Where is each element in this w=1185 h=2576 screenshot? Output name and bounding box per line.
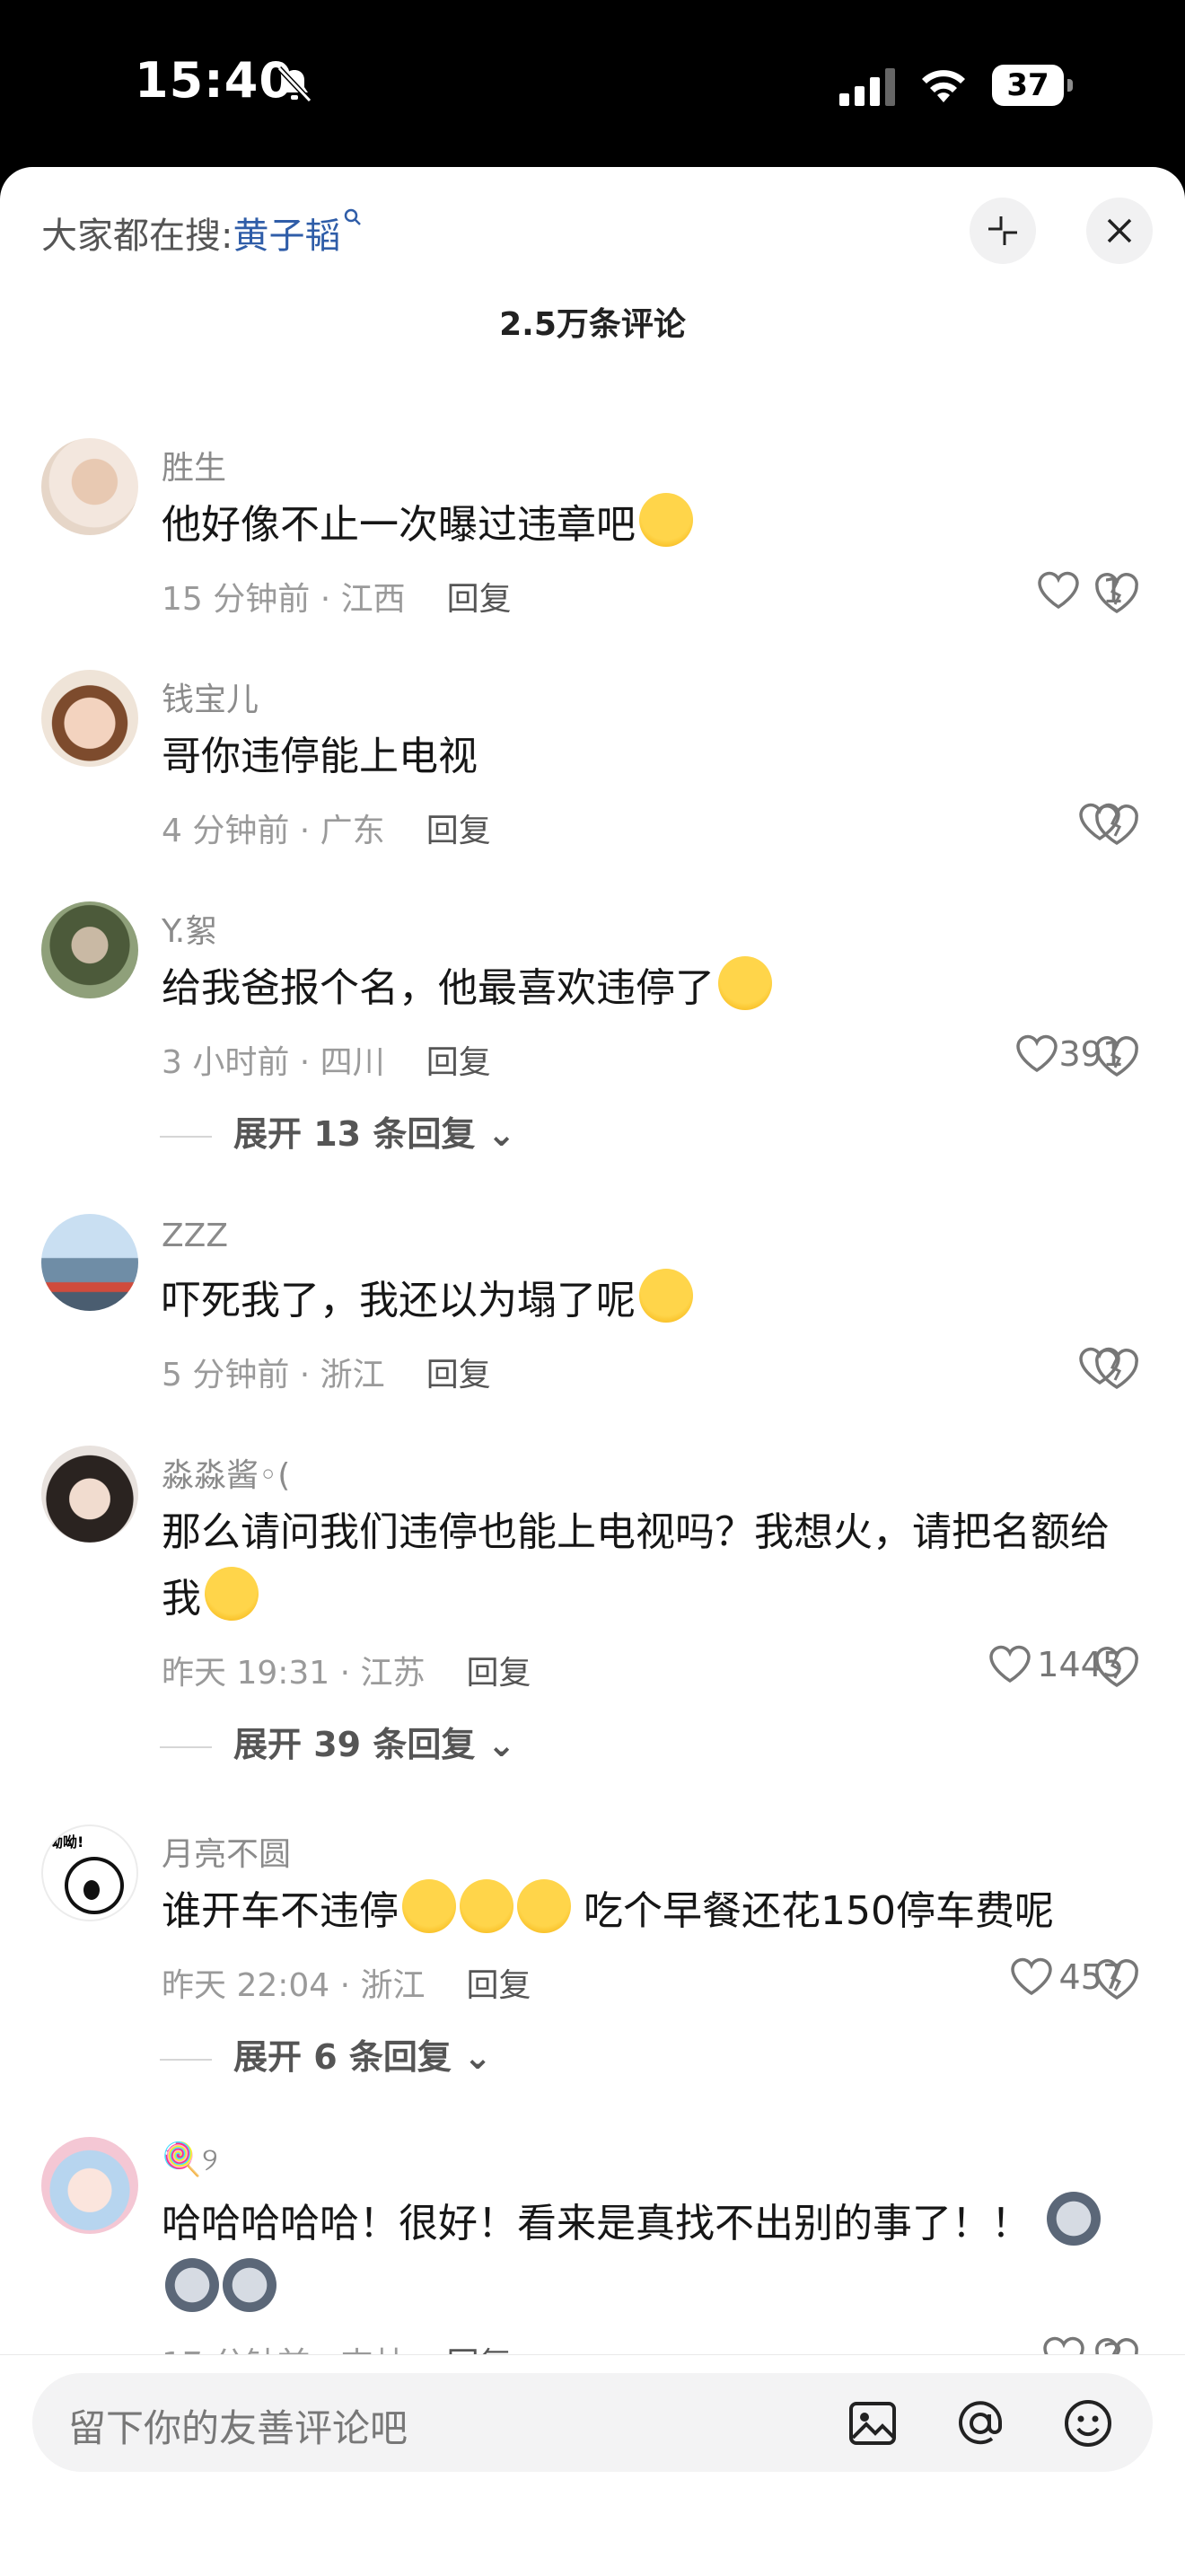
- reply-button[interactable]: 回复: [467, 1655, 531, 1692]
- dislike-icon[interactable]: [1093, 1347, 1140, 1392]
- comment-composer: 留下你的友善评论吧: [0, 2354, 1185, 2576]
- wifi-icon: [922, 70, 965, 102]
- expand-replies-button[interactable]: 展开 6 条回复 ⌄: [160, 2029, 492, 2079]
- collapse-button[interactable]: [970, 198, 1036, 264]
- husky-emoji: [165, 2258, 219, 2312]
- comment-meta: 5 分钟前 · 浙江 回复: [162, 1357, 491, 1394]
- close-icon: [1107, 218, 1132, 243]
- battery-icon: 37: [992, 65, 1075, 106]
- comment-text: 哈哈哈哈哈！很好！看来是真找不出别的事了！！: [162, 2191, 1113, 2324]
- comment-username[interactable]: 胜生: [162, 442, 226, 488]
- comment-input-placeholder: 留下你的友善评论吧: [68, 2406, 408, 2450]
- comment-meta: 4 分钟前 · 广东 回复: [162, 813, 491, 849]
- comment-meta: 昨天 19:31 · 江苏 回复: [162, 1655, 531, 1692]
- comment-username[interactable]: 🍭୨: [162, 2141, 218, 2179]
- comment-username[interactable]: 淼淼酱◦(: [162, 1449, 290, 1496]
- reply-button[interactable]: 回复: [426, 813, 491, 849]
- smirk-emoji: [402, 1879, 456, 1933]
- heart-icon: [989, 1645, 1031, 1684]
- emoji-icon[interactable]: [1059, 2395, 1117, 2452]
- comment-username[interactable]: 月亮不圆: [162, 1828, 291, 1875]
- close-button[interactable]: [1086, 198, 1153, 264]
- comment-text: 他好像不止一次曝过违章吧: [162, 492, 1113, 558]
- expand-replies-button[interactable]: 展开 39 条回复 ⌄: [160, 1717, 516, 1766]
- battery-level: 37: [992, 65, 1064, 106]
- search-keyword-link[interactable]: 黄子韬: [233, 215, 340, 257]
- chevron-down-icon: ⌄: [487, 1114, 516, 1154]
- smirk-emoji: [460, 1879, 514, 1933]
- heart-icon: [1038, 571, 1079, 610]
- avatar[interactable]: [41, 1214, 138, 1311]
- comments-sheet: 大家都在搜:黄子韬 2.5万条评论 胜生 他好像不止一次曝过违章吧 15 分钟前…: [0, 167, 1185, 2575]
- hand-over-mouth-emoji: [205, 1567, 259, 1621]
- search-suggestion[interactable]: 大家都在搜:黄子韬: [41, 207, 364, 259]
- heart-icon: [1011, 1957, 1052, 1996]
- heart-icon: [1016, 1034, 1058, 1073]
- reply-button[interactable]: 回复: [426, 1044, 491, 1081]
- reply-button[interactable]: 回复: [447, 581, 512, 618]
- bell-slash-icon: [276, 66, 312, 103]
- comment-meta: 昨天 22:04 · 浙江 回复: [162, 1967, 531, 2004]
- comment-meta: 3 小时前 · 四川 回复: [162, 1044, 491, 1081]
- husky-emoji: [1047, 2192, 1101, 2246]
- avatar[interactable]: [41, 1446, 138, 1543]
- reply-button[interactable]: 回复: [467, 1967, 531, 2004]
- dislike-icon[interactable]: [1093, 1957, 1140, 2002]
- avatar[interactable]: [41, 901, 138, 998]
- status-bar: 15:40 37: [0, 0, 1185, 167]
- reply-button[interactable]: 回复: [426, 1357, 491, 1394]
- signal-icon: [839, 68, 895, 106]
- comment-text: 给我爸报个名，他最喜欢违停了: [162, 955, 1113, 1022]
- laugh-tears-emoji: [639, 1269, 693, 1323]
- avatar[interactable]: 呦呦!: [41, 1824, 138, 1921]
- expand-replies-button[interactable]: 展开 13 条回复 ⌄: [160, 1106, 516, 1156]
- avatar[interactable]: [41, 2137, 138, 2234]
- at-icon[interactable]: [952, 2395, 1009, 2452]
- status-time: 15:40: [135, 52, 294, 109]
- dislike-icon[interactable]: [1093, 1645, 1140, 1690]
- comment-count: 2.5万条评论: [499, 306, 686, 343]
- collapse-icon: [988, 216, 1017, 245]
- dislike-icon[interactable]: [1093, 803, 1140, 848]
- smirk-emoji: [517, 1879, 571, 1933]
- comment-input[interactable]: 留下你的友善评论吧: [32, 2373, 1153, 2472]
- search-icon: [345, 208, 362, 225]
- search-prefix: 大家都在搜:: [41, 215, 233, 257]
- comment-username[interactable]: ZZZ: [162, 1218, 228, 1254]
- avatar[interactable]: [41, 670, 138, 767]
- rolling-laugh-emoji: [718, 956, 772, 1010]
- comment-text: 谁开车不违停 吃个早餐还花150停车费呢: [162, 1878, 1113, 1945]
- chevron-down-icon: ⌄: [463, 2037, 492, 2077]
- avatar-caption: 呦呦!: [48, 1833, 84, 1851]
- dislike-icon[interactable]: [1093, 1034, 1140, 1079]
- comment-username[interactable]: 钱宝儿: [162, 673, 259, 720]
- image-icon[interactable]: [844, 2395, 901, 2452]
- dislike-icon[interactable]: [1093, 571, 1140, 616]
- husky-emoji: [223, 2258, 276, 2312]
- comment-username[interactable]: Y.絮: [162, 905, 217, 952]
- comment-text: 哥你违停能上电视: [162, 734, 478, 779]
- comment-meta: 15 分钟前 · 江西 回复: [162, 581, 512, 618]
- comment-text: 吓死我了，我还以为塌了呢: [162, 1268, 1113, 1334]
- laugh-tears-emoji: [639, 493, 693, 547]
- avatar[interactable]: [41, 438, 138, 535]
- comment-text: 那么请问我们违停也能上电视吗？我想火，请把名额给我: [162, 1509, 1110, 1622]
- chevron-down-icon: ⌄: [487, 1725, 516, 1764]
